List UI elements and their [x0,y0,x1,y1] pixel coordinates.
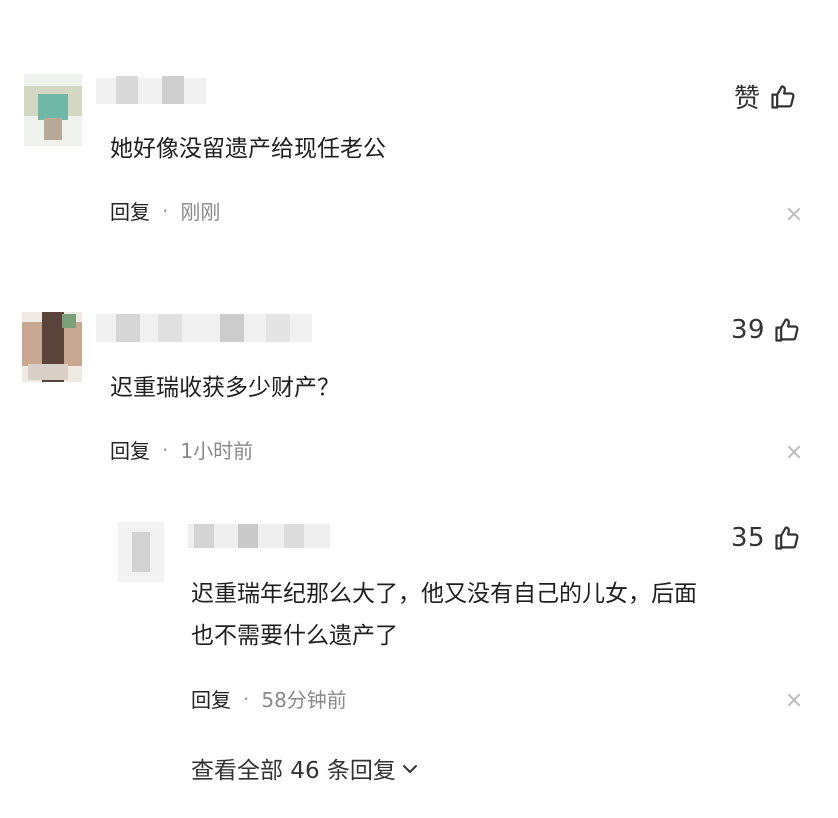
separator-dot: · [162,198,169,223]
reply-text-line-2: 也不需要什么遗产了 [191,623,398,649]
comment-meta: 回复 · 1小时前 [110,435,253,464]
comment-text: 迟重瑞收获多少财产？ [110,375,340,401]
username[interactable] [96,74,206,108]
close-icon[interactable] [787,693,801,707]
reply-button[interactable]: 回复 [191,684,231,713]
close-icon[interactable] [787,445,801,459]
chevron-down-icon [402,755,418,781]
like-count: 39 [731,315,766,345]
separator-dot: · [162,437,169,462]
like-label: 赞 [734,84,761,114]
thumbs-up-icon [773,524,801,552]
username[interactable] [188,522,330,552]
like-button[interactable]: 39 [731,315,801,345]
timestamp: 58分钟前 [261,688,347,712]
avatar[interactable] [22,312,82,382]
timestamp: 刚刚 [180,200,221,224]
reply-button[interactable]: 回复 [110,435,150,464]
reply-button[interactable]: 回复 [110,196,150,225]
username[interactable] [96,310,312,346]
like-button[interactable]: 35 [731,523,801,553]
thumbs-up-icon [773,316,801,344]
close-icon[interactable] [787,207,801,221]
like-button[interactable]: 赞 [734,78,797,115]
avatar[interactable] [118,522,164,582]
view-all-replies-button[interactable]: 查看全部 46 条回复 [191,751,418,785]
timestamp: 1小时前 [180,439,254,463]
like-count: 35 [731,523,766,553]
reply-text-line-1: 迟重瑞年纪那么大了，他又没有自己的儿女，后面 [191,581,697,607]
avatar[interactable] [24,74,82,146]
reply-meta: 回复 · 58分钟前 [191,684,347,713]
comment-text: 她好像没留遗产给现任老公 [110,136,386,162]
separator-dot: · [243,686,250,711]
thumbs-up-icon [769,83,797,111]
comment-meta: 回复 · 刚刚 [110,196,220,225]
view-all-label: 查看全部 46 条回复 [191,758,396,784]
